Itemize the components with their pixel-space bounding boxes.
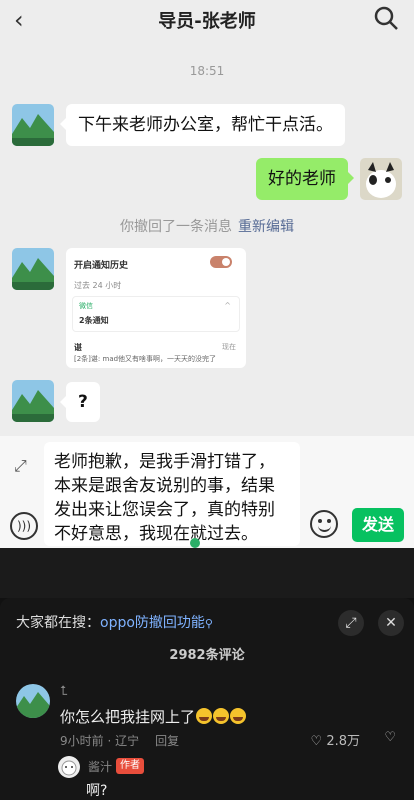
teacher-avatar[interactable] bbox=[12, 104, 54, 146]
message-input[interactable]: 老师抱歉，是我手滑打错了，本来是跟舍友说别的事，结果发出来让您误会了，真的特别不… bbox=[44, 442, 300, 546]
wechat-chat: ‹ 导员-张老师 18:51 下午来老师办公室，帮忙干点活。 好的老师 你撤回了… bbox=[0, 0, 414, 548]
voice-icon[interactable]: ))) bbox=[10, 512, 38, 540]
screenshot-past: 过去 24 小时 bbox=[74, 281, 122, 290]
commenter-avatar[interactable] bbox=[16, 684, 50, 718]
teacher-avatar[interactable] bbox=[12, 248, 54, 290]
send-button[interactable]: 发送 bbox=[352, 508, 404, 542]
message-bubble[interactable]: 下午来老师办公室，帮忙干点活。 bbox=[60, 104, 345, 146]
top-bar: ‹ 导员-张老师 bbox=[0, 0, 414, 40]
like-button[interactable]: ♡ 2.8万 bbox=[311, 730, 360, 749]
screen: ‹ 导员-张老师 18:51 下午来老师办公室，帮忙干点活。 好的老师 你撤回了… bbox=[0, 0, 414, 800]
like-count: 2.8万 bbox=[326, 734, 360, 749]
search-keyword[interactable]: oppo防撤回功能 bbox=[100, 615, 205, 631]
notification-count: 2条通知 bbox=[79, 316, 109, 325]
commenter-name[interactable]: ⮤ bbox=[60, 684, 68, 699]
expand-icon[interactable]: ⤢ bbox=[338, 610, 364, 636]
search-icon[interactable] bbox=[372, 4, 400, 32]
expand-icon[interactable]: ⤢ bbox=[14, 456, 27, 476]
close-icon[interactable]: ✕ bbox=[378, 610, 404, 636]
reply-text[interactable]: 啊? bbox=[86, 780, 107, 800]
search-prefix: 大家都在搜： bbox=[16, 615, 100, 631]
comment-time-location: 9小时前 · 辽宁 bbox=[60, 734, 140, 748]
author-badge: 作者 bbox=[116, 758, 144, 774]
text-cursor-handle[interactable] bbox=[190, 538, 200, 548]
notification-card: 微信 2条通知 ^ bbox=[72, 296, 240, 332]
message-bubble[interactable]: ? bbox=[60, 382, 100, 422]
dislike-icon[interactable]: ♡ bbox=[384, 730, 396, 745]
comment-meta: 9小时前 · 辽宁 回复 bbox=[60, 732, 179, 749]
comment-count: 2982条评论 bbox=[169, 648, 245, 663]
notification-sender: 谌 bbox=[74, 343, 82, 352]
author-avatar[interactable] bbox=[58, 756, 80, 778]
chat-title: 导员-张老师 bbox=[158, 11, 256, 32]
screenshot-image[interactable]: 开启通知历史 过去 24 小时 微信 2条通知 ^ 谌 现在 [2条]谌: ma… bbox=[66, 248, 246, 368]
recall-notice: 你撤回了一条消息 重新编辑 bbox=[0, 216, 414, 236]
toggle-switch bbox=[210, 256, 232, 268]
comment-text[interactable]: 你怎么把我挂网上了 bbox=[60, 706, 247, 727]
screenshot-title: 开启通知历史 bbox=[74, 261, 129, 271]
notification-time: 现在 bbox=[222, 343, 236, 351]
input-bar: ⤢ 老师抱歉，是我手滑打错了，本来是跟舍友说别的事，结果发出来让您误会了，真的特… bbox=[0, 436, 414, 548]
video-backdrop bbox=[0, 548, 414, 598]
search-icon: ⚲ bbox=[204, 617, 213, 630]
teacher-avatar[interactable] bbox=[12, 380, 54, 422]
back-icon[interactable]: ‹ bbox=[14, 6, 24, 34]
self-avatar[interactable] bbox=[360, 158, 402, 200]
notification-preview: [2条]谌: mad他又有啥事啊，一天天的没完了 bbox=[74, 355, 217, 363]
crying-emoji-icon bbox=[213, 708, 230, 724]
reply-button[interactable]: 回复 bbox=[155, 734, 179, 748]
crying-emoji-icon bbox=[230, 708, 247, 724]
crying-emoji-icon bbox=[196, 708, 213, 724]
re-edit-link[interactable]: 重新编辑 bbox=[238, 219, 294, 235]
notification-app: 微信 bbox=[79, 302, 93, 310]
message-bubble-self[interactable]: 好的老师 bbox=[256, 158, 354, 200]
trending-search[interactable]: 大家都在搜：oppo防撤回功能⚲ bbox=[16, 612, 213, 632]
message-timestamp: 18:51 bbox=[189, 64, 225, 78]
heart-icon: ♡ bbox=[310, 734, 323, 749]
recall-text: 你撤回了一条消息 bbox=[120, 219, 232, 235]
emoji-icon[interactable] bbox=[310, 510, 338, 538]
comment-text-body: 你怎么把我挂网上了 bbox=[60, 708, 196, 726]
comment-sheet: 大家都在搜：oppo防撤回功能⚲ ⤢ ✕ 2982条评论 ⮤ 你怎么把我挂网上了… bbox=[0, 598, 414, 800]
author-name[interactable]: 酱汁 bbox=[88, 758, 112, 775]
chevron-up-icon: ^ bbox=[224, 301, 231, 310]
